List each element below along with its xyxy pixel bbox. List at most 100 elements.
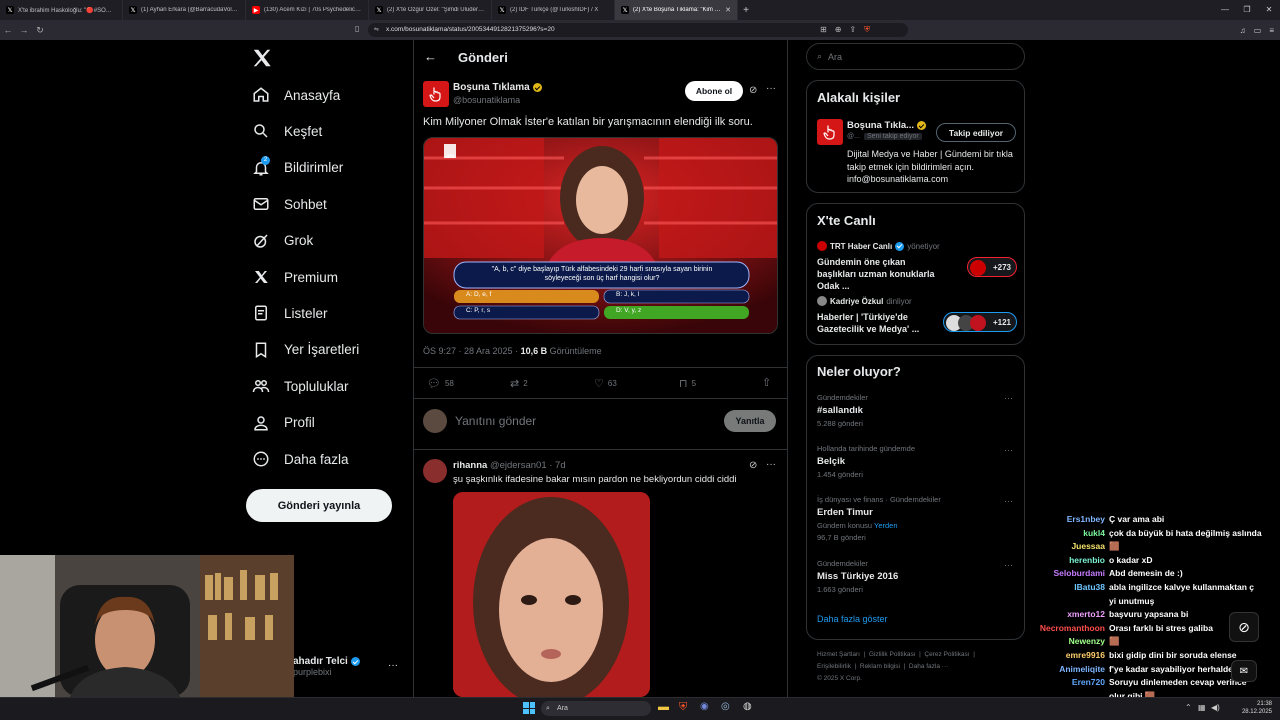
live-listeners-1[interactable]: +273 [967, 257, 1017, 277]
reply-author-name[interactable]: rihanna [453, 460, 487, 471]
browser-tab[interactable]: 𝕏 (1) Ayhan Erkara (@BarracudaVol1) / X [123, 0, 246, 20]
new-tab-button[interactable]: + [738, 5, 754, 16]
footer-more[interactable]: Daha fazla ··· [909, 663, 948, 670]
tray-chevron-icon[interactable]: ⌃ [1185, 703, 1192, 712]
split-view-icon[interactable]: ▭ [1254, 26, 1262, 35]
network-icon[interactable]: ▦ [1198, 703, 1206, 712]
show-more-link[interactable]: Daha fazla göster [817, 614, 888, 624]
trend-item-2[interactable]: Hollanda tarihinde gündemde Belçik 1.454… [817, 444, 915, 479]
author-name-row[interactable]: Boşuna Tıklama [453, 82, 542, 93]
nav-item-x-premium[interactable]: Premium [252, 265, 338, 289]
footer-privacy[interactable]: Gizlilik Politikası [869, 651, 916, 658]
music-icon[interactable]: ♫ [1240, 26, 1246, 35]
post-more-icon[interactable]: ··· [766, 83, 776, 94]
following-button[interactable]: Takip ediliyor [936, 123, 1016, 142]
taskbar-search[interactable]: ⌕ Ara [541, 701, 651, 716]
minimize-icon[interactable]: — [1214, 0, 1236, 20]
subscribe-button[interactable]: Abone ol [685, 81, 743, 101]
nav-item-communities[interactable]: Topluluklar [252, 374, 349, 398]
live-title-1[interactable]: Gündemin öne çıkan başlıkları uzman konu… [817, 256, 947, 292]
windows-start-icon[interactable] [523, 702, 535, 714]
zoom-icon[interactable]: ⊕ [835, 23, 842, 37]
trend-item-1[interactable]: Gündemdekiler #sallandık 5.288 gönderi [817, 393, 868, 428]
reload-icon[interactable]: ↻ [32, 25, 48, 36]
clock[interactable]: 21:38 28.12.2025 [1240, 700, 1272, 716]
menu-icon[interactable]: ≡ [1269, 26, 1274, 35]
footer-cookies[interactable]: Çerez Politikası [924, 651, 969, 658]
nav-item-more-circle[interactable]: Daha fazla [252, 447, 349, 471]
reply-handle[interactable]: @ejdersan01 · 7d [490, 460, 566, 471]
site-info-icon[interactable]: ⇋ [374, 23, 379, 37]
author-avatar[interactable] [423, 81, 449, 107]
obs-icon[interactable]: ◍ [743, 701, 752, 712]
related-avatar[interactable] [817, 119, 843, 145]
volume-icon[interactable]: ◀) [1211, 703, 1220, 712]
reply-more-icon[interactable]: ··· [766, 459, 776, 470]
forward-icon[interactable]: → [16, 25, 32, 35]
reply-author-avatar[interactable] [423, 459, 447, 483]
trend-count: 5.288 gönderi [817, 419, 863, 428]
steam-icon[interactable]: ◎ [721, 701, 730, 712]
close-tab-icon[interactable]: ✕ [725, 6, 731, 14]
browser-tab[interactable]: ▶ (130) Acem Kızı | 70s Psychedelic Ana..… [246, 0, 369, 20]
trend-item-3[interactable]: İş dünyası ve finans · Gündemdekiler Erd… [817, 495, 941, 542]
reply-button[interactable]: Yanıtla [724, 410, 776, 432]
reply-input[interactable]: Yanıtını gönder [455, 414, 536, 428]
nav-item-bell[interactable]: 2 Bildirimler [252, 155, 343, 180]
back-arrow-icon[interactable]: ← [424, 49, 437, 64]
live-listeners-2[interactable]: +121 [943, 312, 1017, 332]
search-box[interactable]: ⌕ Ara [806, 43, 1025, 70]
footer-terms[interactable]: Hizmet Şartları [817, 651, 860, 658]
discord-icon[interactable]: ◉ [700, 701, 709, 712]
browser-tab[interactable]: 𝕏 (2) X'te Özgür Özel: "Şimdi Uludere... [369, 0, 492, 20]
trend-more-icon[interactable]: ··· [1004, 560, 1013, 570]
trend-more-icon[interactable]: ··· [1004, 496, 1013, 506]
trend-topic-link[interactable]: Yerden [874, 521, 898, 530]
trend-more-icon[interactable]: ··· [1004, 445, 1013, 455]
footer-ads[interactable]: Reklam bilgisi [860, 663, 900, 670]
nav-item-mail[interactable]: Sohbet [252, 192, 327, 216]
trend-item-4[interactable]: Gündemdekiler Miss Türkiye 2016 1.663 gö… [817, 559, 898, 594]
live-host-row-1[interactable]: TRT Haber Canlı yönetiyor [817, 241, 940, 251]
browser-tab[interactable]: 𝕏 X'te ibrahim Haskoloğlu: "🔴#SONDAKİKA..… [0, 0, 123, 20]
share-icon[interactable]: ⇪ [849, 23, 856, 37]
nav-item-grok[interactable]: Grok [252, 229, 313, 253]
bookmark-action[interactable]: ⊓ 5 [679, 377, 696, 390]
brave-shield-icon[interactable]: ⛨ [864, 23, 870, 37]
live-host-row-2[interactable]: Kadriye Özkul dinliyor [817, 296, 912, 306]
back-icon[interactable]: ← [0, 25, 16, 35]
account-more-icon[interactable]: ··· [388, 660, 398, 671]
restore-icon[interactable]: ❐ [1236, 0, 1258, 20]
nav-item-list[interactable]: Listeler [252, 301, 328, 325]
my-avatar[interactable] [423, 409, 447, 433]
share-action[interactable]: ⇧ [762, 376, 771, 389]
nav-item-home[interactable]: Anasayfa [252, 83, 340, 107]
live-title-2[interactable]: Haberler | 'Türkiye'de Gazetecilik ve Me… [817, 311, 947, 335]
repost-action[interactable]: ⇄ 2 [510, 377, 528, 390]
messages-float-icon[interactable]: ✉ [1231, 660, 1257, 682]
browser-tab[interactable]: 𝕏 (2) X'te Boşuna Tıklama: "Kim Mi... ✕ [615, 0, 738, 20]
x-logo-icon[interactable] [251, 47, 273, 69]
brave-browser-icon[interactable]: ⛨ [679, 701, 687, 714]
file-explorer-icon[interactable]: ▬ [658, 701, 669, 713]
grok-float-icon[interactable]: ⊘ [1229, 612, 1259, 642]
reply-media-image[interactable] [453, 492, 650, 697]
trend-more-icon[interactable]: ··· [1004, 393, 1013, 403]
browser-tab[interactable]: 𝕏 (2) IDF Türkçe (@TurkishIDF) / X [492, 0, 615, 20]
post-button[interactable]: Gönderi yayınla [246, 489, 392, 522]
translate-icon[interactable]: ⊞ [820, 23, 827, 37]
bookmark-page-icon[interactable]: ▯ [355, 24, 359, 33]
like-action[interactable]: ♡ 63 [594, 377, 617, 390]
nav-item-bookmark[interactable]: Yer İşaretleri [252, 338, 359, 362]
reply-action[interactable]: 💬︎ 58 [427, 377, 454, 390]
grok-explain-icon[interactable]: ⊘ [749, 85, 757, 96]
related-name-row[interactable]: Boşuna Tıkla... [847, 120, 927, 131]
nav-item-profile[interactable]: Profil [252, 411, 315, 435]
footer-accessibility[interactable]: Erişilebilirlik [817, 663, 851, 670]
close-window-icon[interactable]: ✕ [1258, 0, 1280, 20]
reply-grok-icon[interactable]: ⊘ [749, 460, 757, 471]
nav-item-search[interactable]: Keşfet [252, 119, 322, 143]
account-switcher[interactable]: ahadır Telci purplebixi [293, 656, 360, 677]
post-media-image[interactable]: atv "A, b, c" diye başlayıp Türk alfabes… [423, 137, 778, 334]
author-handle[interactable]: @bosunatiklama [453, 95, 520, 105]
